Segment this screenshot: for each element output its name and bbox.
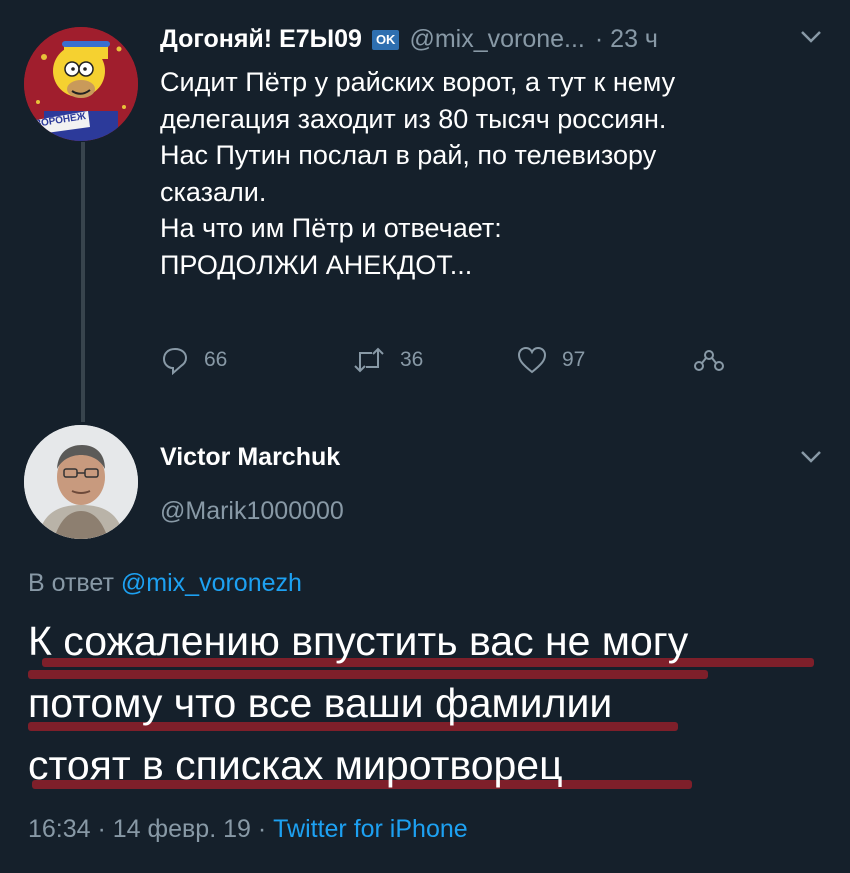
tweet1-body: Сидит Пётр у райских ворот, а тут к нему… [160, 64, 820, 283]
handle[interactable]: @mix_vorone... [409, 25, 584, 54]
tweet-line: ПРОДОЛЖИ АНЕКДОТ... [160, 249, 473, 280]
display-name[interactable]: Догоняй! Е7Ы09 [160, 25, 362, 54]
tweet-line-wrapper: К сожалению впустить вас не могу [28, 610, 814, 672]
handle[interactable]: @Marik1000000 [160, 497, 344, 526]
retweet-button[interactable]: 36 [352, 345, 423, 375]
source-link[interactable]: Twitter for iPhone [273, 815, 468, 843]
tweet-line: Нас Путин послал в рай, по телевизору [160, 140, 657, 170]
tweet-line-wrapper: потому что все ваши фамилии [28, 670, 708, 734]
retweet-count: 36 [400, 348, 424, 371]
reply-prefix: В ответ [28, 569, 114, 597]
reply-context: В ответ @mix_voronezh [28, 569, 302, 598]
share-button[interactable] [692, 345, 726, 375]
like-button[interactable]: 97 [516, 345, 585, 375]
tweet-line: потому что все ваши фамилии [28, 680, 613, 726]
tweet1-header: Догоняй! Е7Ы09 OK @mix_vorone... · 23 ч [160, 25, 658, 54]
tweet-line: делегация заходит из 80 тысяч россиян. [160, 103, 667, 134]
avatar[interactable] [24, 425, 138, 539]
tweet-line: стоят в списках миротворец [28, 742, 563, 788]
reply-count: 66 [204, 348, 228, 371]
like-count: 97 [562, 348, 586, 371]
timestamp[interactable]: · 23 ч [595, 25, 658, 54]
reply-icon [162, 347, 188, 375]
timestamp: 16:34 · 14 февр. 19 · [28, 815, 267, 843]
reply-to-link[interactable]: @mix_voronezh [121, 569, 302, 597]
heart-icon [517, 346, 547, 374]
tweet-line: К сожалению впустить вас не могу [28, 618, 689, 664]
share-icon [694, 350, 724, 371]
tweet-line: На что им Пётр и отвечает: [160, 213, 502, 243]
tweet-line: сказали. [160, 176, 267, 207]
tweet-line: Сидит Пётр у райских ворот, а тут к нему [160, 67, 676, 97]
reply-button[interactable]: 66 [160, 345, 227, 375]
chevron-down-icon[interactable] [800, 30, 822, 49]
strike-mark [28, 670, 708, 679]
person-avatar-icon [24, 425, 138, 539]
retweet-icon [354, 347, 384, 373]
tweet-meta: 16:34 · 14 февр. 19 · Twitter for iPhone [28, 815, 468, 844]
ok-badge-icon: OK [371, 29, 400, 50]
display-name[interactable]: Victor Marchuk [160, 443, 340, 472]
avatar[interactable]: ВОРОНЕЖ [24, 27, 138, 141]
tweet-line-wrapper: стоят в списках миротворец [28, 734, 692, 796]
chevron-down-icon[interactable] [800, 450, 822, 469]
thread-line [81, 142, 85, 422]
tweet2-body: К сожалению впустить вас не могу потому … [28, 610, 814, 796]
